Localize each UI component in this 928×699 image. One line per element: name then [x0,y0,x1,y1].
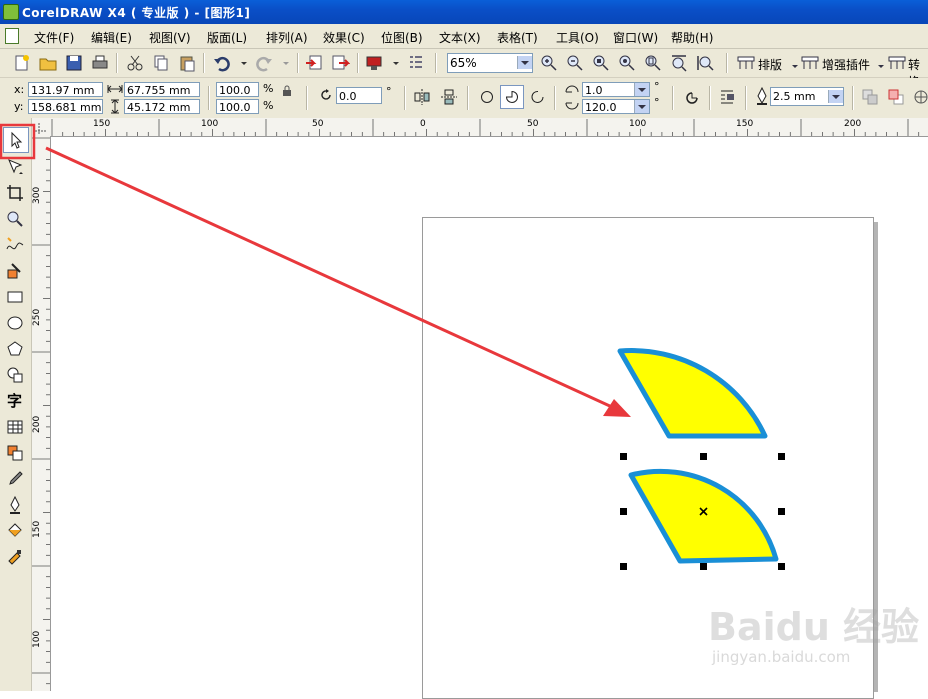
selection-handle-top-left[interactable] [620,453,627,460]
drawing-overlay [0,123,779,564]
annotation-arrow-line [45,146,613,409]
baidu-watermark: Baidu 经验 [708,605,920,649]
selection-handle-top-right[interactable] [778,453,785,460]
baidu-watermark-url: jingyan.baidu.com [712,648,851,666]
selection-handle-bottom[interactable] [700,563,707,570]
selection-handle-top[interactable] [700,453,707,460]
pie-shape-selected[interactable] [628,468,779,564]
selection-handle-bottom-right[interactable] [778,563,785,570]
selection-handle-bottom-left[interactable] [620,563,627,570]
pie-shape-original[interactable] [617,348,768,439]
selection-handle-left[interactable] [620,508,627,515]
selection-handle-right[interactable] [778,508,785,515]
highlight-box [0,123,36,160]
annotation-arrow-head [603,399,631,417]
